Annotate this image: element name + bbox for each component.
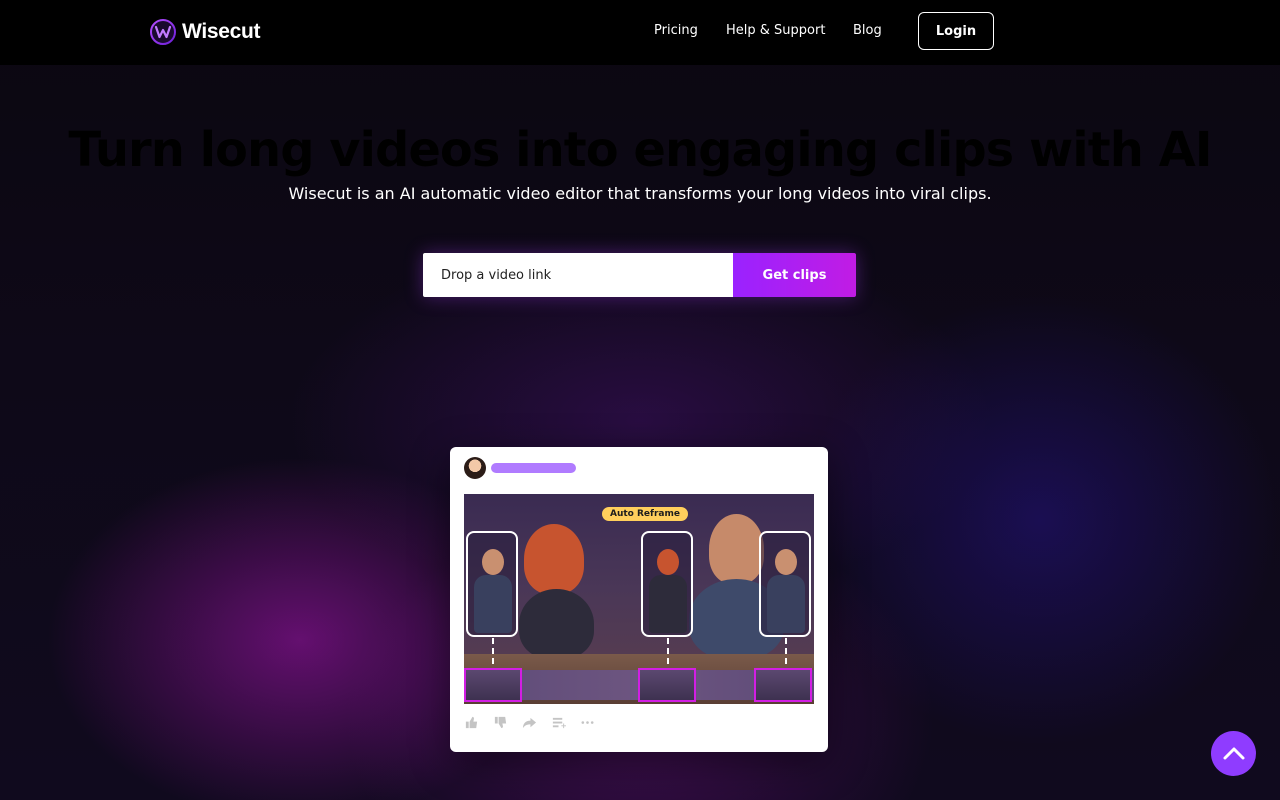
logo[interactable]: Wisecut xyxy=(150,19,261,45)
clip-thumbnail xyxy=(638,668,696,702)
reframe-box xyxy=(641,531,693,637)
nav-link-blog[interactable]: Blog xyxy=(853,23,882,38)
logo-icon xyxy=(150,19,176,45)
clip-thumbnail xyxy=(464,668,522,702)
hero-subtitle: Wisecut is an AI automatic video editor … xyxy=(288,184,992,203)
thumbs-up-icon[interactable] xyxy=(464,715,479,730)
avatar xyxy=(464,457,486,479)
share-icon[interactable] xyxy=(522,715,537,730)
navbar: Wisecut Pricing Help & Support Blog Logi… xyxy=(0,0,1280,65)
more-icon[interactable] xyxy=(580,715,595,730)
connector-line xyxy=(667,638,669,664)
login-button[interactable]: Login xyxy=(918,12,994,50)
scene-person xyxy=(524,524,584,594)
chevron-up-icon xyxy=(1223,747,1244,759)
hero-title: Turn long videos into engaging clips wit… xyxy=(68,122,1212,178)
get-clips-button[interactable]: Get clips xyxy=(733,253,856,297)
video-link-form: Get clips xyxy=(423,253,856,297)
scene-person xyxy=(519,589,594,659)
video-preview: Auto Reframe xyxy=(464,494,814,704)
connector-line xyxy=(492,638,494,664)
thumbs-down-icon[interactable] xyxy=(493,715,508,730)
preview-card: Auto Reframe xyxy=(450,447,828,752)
auto-reframe-badge: Auto Reframe xyxy=(602,507,688,521)
connector-line xyxy=(785,638,787,664)
reframe-box xyxy=(759,531,811,637)
card-actions xyxy=(464,715,595,730)
nav-link-pricing[interactable]: Pricing xyxy=(654,23,698,38)
nav-link-help-support[interactable]: Help & Support xyxy=(726,23,825,38)
reframe-box xyxy=(466,531,518,637)
logo-text: Wisecut xyxy=(182,20,261,43)
clip-thumbnail xyxy=(754,668,812,702)
scroll-to-top-button[interactable] xyxy=(1211,731,1256,776)
title-placeholder-bar xyxy=(491,463,576,473)
add-to-playlist-icon[interactable] xyxy=(551,715,566,730)
scene-person xyxy=(709,514,764,584)
video-link-input[interactable] xyxy=(423,253,733,297)
